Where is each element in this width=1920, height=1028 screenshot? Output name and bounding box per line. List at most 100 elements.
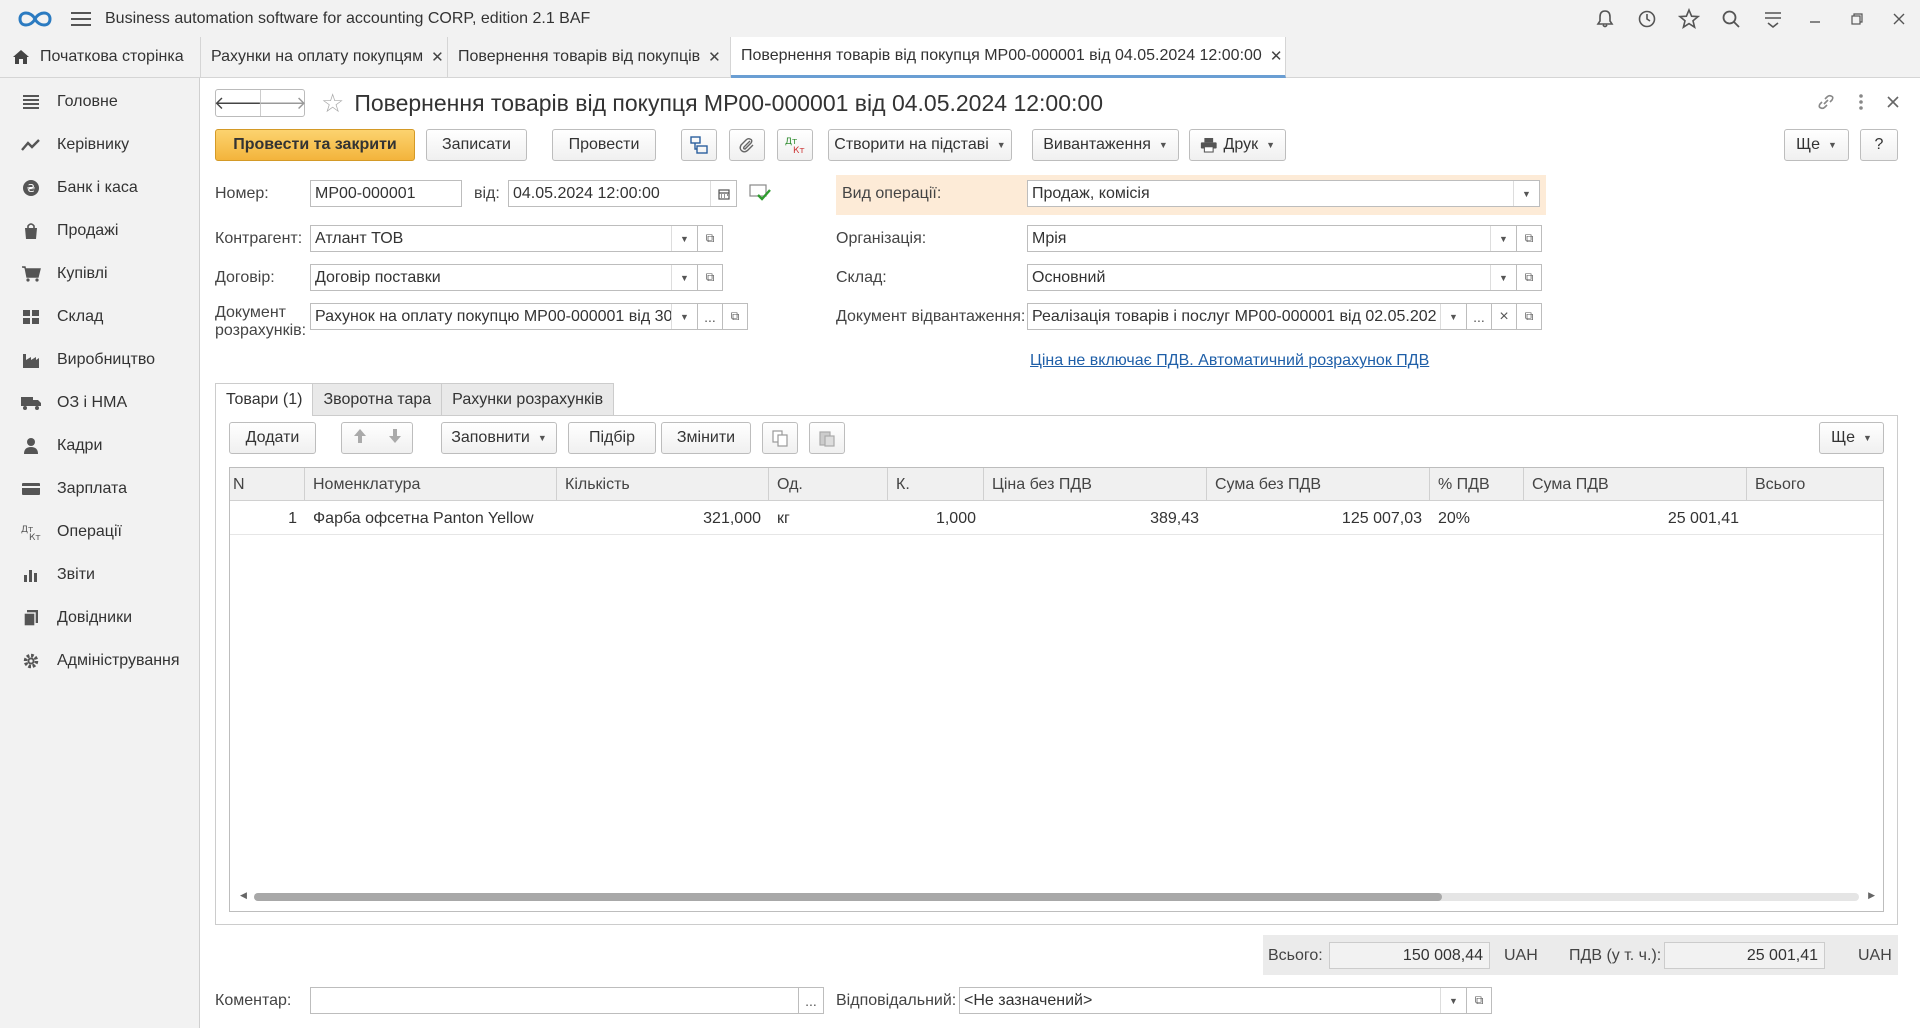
dropdown-arrow-icon[interactable]: ▼ (671, 304, 697, 329)
favorites-star-icon[interactable] (1668, 0, 1710, 37)
open-contract-icon[interactable]: ⧉ (697, 264, 723, 291)
main-menu-icon[interactable] (71, 8, 91, 30)
select-shipment-document-button[interactable]: ... (1466, 303, 1492, 330)
tab-return-document[interactable]: Повернення товарів від покупця МР00-0000… (731, 37, 1286, 78)
responsible-select[interactable]: <Не зазначений> ▼ (959, 987, 1467, 1014)
close-form-icon[interactable] (1886, 92, 1900, 117)
sidebar-item-warehouse[interactable]: Склад (0, 295, 199, 338)
notifications-bell-icon[interactable] (1584, 0, 1626, 37)
tab-goods[interactable]: Товари (1) (215, 383, 314, 416)
sidebar-item-bank-cash[interactable]: ₴ Банк і каса (0, 166, 199, 209)
cell-n[interactable]: 1 (230, 502, 305, 535)
change-button[interactable]: Змінити (661, 422, 751, 454)
forward-arrow-icon[interactable]: 🡒 (258, 90, 307, 116)
close-tab-icon[interactable]: ✕ (431, 48, 444, 66)
dt-kt-postings-icon[interactable]: Дт Кт (777, 129, 813, 161)
shipment-document-select[interactable]: Реалізація товарів і послуг МР00-000001 … (1027, 303, 1467, 330)
add-row-button[interactable]: Додати (229, 422, 316, 454)
cell-vat-sum[interactable]: 25 001,41 (1524, 502, 1747, 535)
dropdown-arrow-icon[interactable]: ▼ (1440, 304, 1466, 329)
sidebar-item-operations[interactable]: Дт Кт Операції (0, 510, 199, 553)
column-header-vat-rate[interactable]: % ПДВ (1430, 468, 1524, 501)
cell-sum[interactable]: 125 007,03 (1207, 502, 1430, 535)
dropdown-arrow-icon[interactable]: ▼ (1490, 226, 1516, 251)
sidebar-item-purchases[interactable]: Купівлі (0, 252, 199, 295)
sidebar-item-administration[interactable]: Адміністрування (0, 639, 199, 682)
restore-icon[interactable] (1836, 0, 1878, 37)
settings-list-icon[interactable] (1752, 0, 1794, 37)
dropdown-arrow-icon[interactable]: ▼ (1440, 988, 1466, 1013)
settlement-document-select[interactable]: Рахунок на оплату покупцю МР00-000001 ві… (310, 303, 698, 330)
select-settlement-document-button[interactable]: ... (697, 303, 723, 330)
warehouse-select[interactable]: Основний ▼ (1027, 264, 1517, 291)
column-header-unit[interactable]: Од. (769, 468, 888, 501)
open-organization-icon[interactable]: ⧉ (1516, 225, 1542, 252)
scroll-thumb[interactable] (254, 893, 1442, 901)
unload-button[interactable]: Вивантаження ▼ (1032, 129, 1179, 161)
open-warehouse-icon[interactable]: ⧉ (1516, 264, 1542, 291)
create-based-on-button[interactable]: Створити на підставі ▼ (828, 129, 1012, 161)
clear-shipment-document-icon[interactable]: × (1491, 303, 1517, 330)
cell-item[interactable]: Фарба офсетна Panton Yellow (305, 502, 557, 535)
table-row[interactable]: 1 Фарба офсетна Panton Yellow 321,000 кг… (230, 502, 1883, 535)
dropdown-arrow-icon[interactable]: ▼ (1513, 181, 1539, 206)
column-header-sum[interactable]: Сума без ПДВ (1207, 468, 1430, 501)
open-responsible-icon[interactable]: ⧉ (1466, 987, 1492, 1014)
dropdown-arrow-icon[interactable]: ▼ (671, 226, 697, 251)
sidebar-item-manager[interactable]: Керівнику (0, 123, 199, 166)
help-button[interactable]: ? (1860, 129, 1898, 161)
column-header-total[interactable]: Всього (1747, 468, 1883, 501)
app-logo-icon[interactable] (17, 8, 53, 30)
column-header-price[interactable]: Ціна без ПДВ (984, 468, 1207, 501)
attachment-icon[interactable] (729, 129, 765, 161)
history-icon[interactable] (1626, 0, 1668, 37)
post-button[interactable]: Провести (552, 129, 656, 161)
tab-returns-list[interactable]: Повернення товарів від покупців ✕ (448, 37, 731, 77)
table-more-button[interactable]: Ще ▼ (1819, 422, 1884, 454)
scroll-left-icon[interactable]: ◀ (240, 890, 247, 901)
sidebar-item-production[interactable]: Виробництво (0, 338, 199, 381)
number-input[interactable]: МР00-000001 (310, 180, 462, 207)
minimize-icon[interactable] (1794, 0, 1836, 37)
vat-settings-link[interactable]: Ціна не включає ПДВ. Автоматичний розрах… (1030, 352, 1429, 370)
sidebar-item-hr[interactable]: Кадри (0, 424, 199, 467)
tab-returnable-packaging[interactable]: Зворотна тара (312, 383, 443, 415)
cell-price[interactable]: 389,43 (984, 502, 1207, 535)
fill-button[interactable]: Заповнити ▼ (441, 422, 557, 454)
column-header-coefficient[interactable]: К. (888, 468, 984, 501)
sidebar-item-salary[interactable]: Зарплата (0, 467, 199, 510)
copy-rows-icon[interactable] (762, 422, 798, 454)
tab-invoices-to-buyers[interactable]: Рахунки на оплату покупцям ✕ (201, 37, 448, 77)
counterparty-select[interactable]: Атлант ТОВ ▼ (310, 225, 698, 252)
dropdown-arrow-icon[interactable]: ▼ (671, 265, 697, 290)
link-icon[interactable] (1816, 92, 1836, 117)
horizontal-scrollbar[interactable]: ◀ ▶ (240, 890, 1875, 901)
print-button[interactable]: Друк ▼ (1189, 129, 1286, 161)
cell-total[interactable]: 15 (1747, 502, 1883, 535)
scroll-right-icon[interactable]: ▶ (1868, 890, 1875, 901)
column-header-vat-sum[interactable]: Сума ПДВ (1524, 468, 1747, 501)
close-tab-icon[interactable]: ✕ (708, 48, 721, 66)
comment-input[interactable] (310, 987, 799, 1014)
cell-coefficient[interactable]: 1,000 (888, 502, 984, 535)
contract-select[interactable]: Договір поставки ▼ (310, 264, 698, 291)
cell-vat-rate[interactable]: 20% (1430, 502, 1524, 535)
sidebar-item-directories[interactable]: Довідники (0, 596, 199, 639)
save-button[interactable]: Записати (426, 129, 527, 161)
organization-select[interactable]: Мрія ▼ (1027, 225, 1517, 252)
move-down-icon[interactable] (388, 428, 402, 449)
back-arrow-icon[interactable]: 🡐 (214, 90, 262, 116)
sidebar-item-main[interactable]: Головне (0, 80, 199, 123)
date-input[interactable]: 04.05.2024 12:00:00 (508, 180, 737, 207)
structure-icon[interactable] (681, 129, 717, 161)
post-and-close-button[interactable]: Провести та закрити (215, 129, 415, 161)
sidebar-item-sales[interactable]: Продажі (0, 209, 199, 252)
pick-button[interactable]: Підбір (568, 422, 656, 454)
favorite-star-icon[interactable]: ☆ (321, 88, 344, 119)
cell-quantity[interactable]: 321,000 (557, 502, 769, 535)
open-settlement-document-icon[interactable]: ⧉ (722, 303, 748, 330)
column-header-quantity[interactable]: Кількість (557, 468, 769, 501)
tab-home[interactable]: Початкова сторінка (0, 37, 201, 77)
close-tab-icon[interactable]: ✕ (1270, 47, 1283, 65)
cell-unit[interactable]: кг (769, 502, 888, 535)
